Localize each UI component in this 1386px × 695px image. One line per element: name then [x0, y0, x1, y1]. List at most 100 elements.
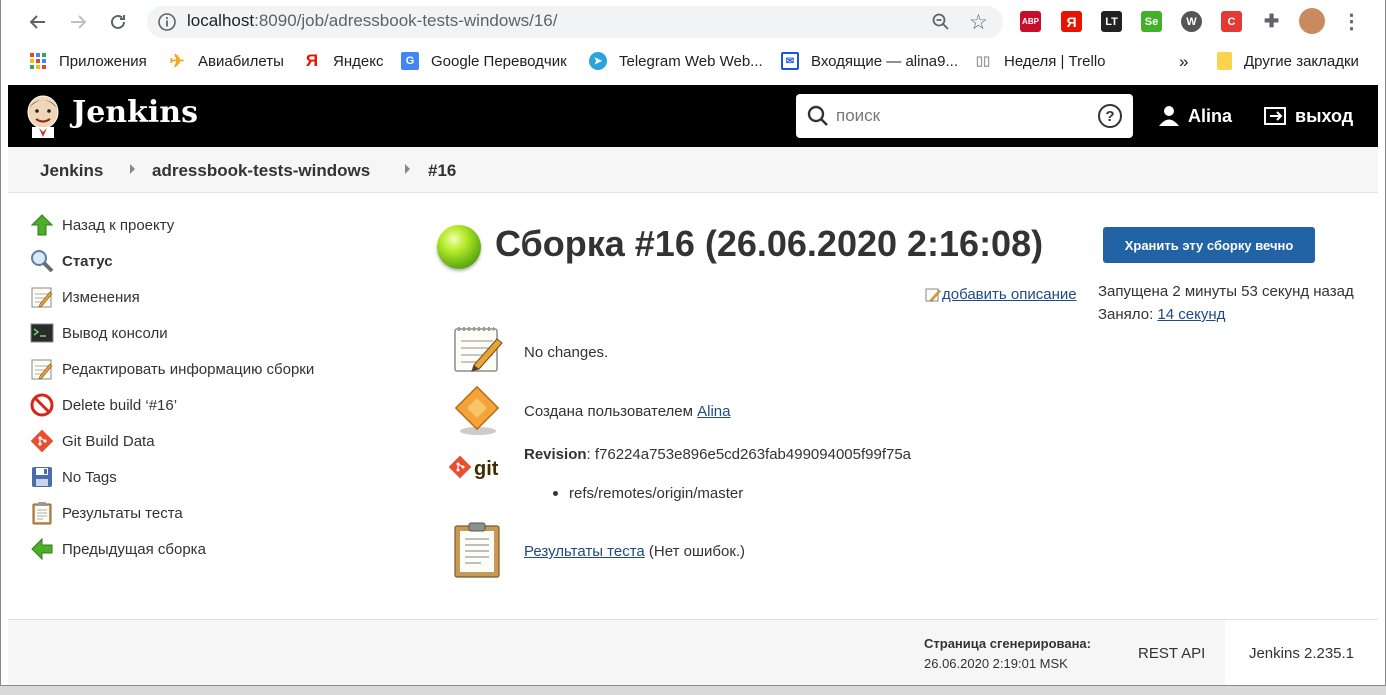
build-status-ball-icon: [437, 225, 481, 269]
sidebar-item-edit-build-info[interactable]: Редактировать информацию сборки: [30, 357, 314, 381]
breadcrumb-job[interactable]: adressbook-tests-windows: [152, 161, 370, 181]
telegram-icon: ➤: [589, 52, 607, 70]
rest-api-link[interactable]: REST API: [1138, 645, 1205, 662]
jenkins-logo-icon[interactable]: [24, 94, 62, 138]
no-entry-icon: [30, 393, 54, 417]
breadcrumb-separator-icon[interactable]: [130, 164, 135, 174]
notepad-icon: [30, 285, 54, 309]
sidebar-item-back-to-project[interactable]: Назад к проекту: [30, 213, 174, 237]
url-path: :8090/job/adressbook-tests-windows/16/: [254, 11, 558, 30]
sidebar-item-git-build-data[interactable]: Git Build Data: [30, 429, 155, 453]
logout-label: выход: [1295, 105, 1354, 126]
bookmark-mail[interactable]: ✉ Входящие — alina9...: [781, 52, 958, 70]
menu-dots-icon[interactable]: ⋮: [1341, 11, 1362, 33]
window-border-right: [1378, 81, 1386, 685]
search-icon: [807, 105, 829, 132]
breadcrumb-build[interactable]: #16: [428, 161, 456, 181]
sidebar-item-delete-build[interactable]: Delete build ‘#16’: [30, 393, 177, 417]
search-input[interactable]: [836, 102, 1086, 130]
bookmark-telegram[interactable]: ➤ Telegram Web Web...: [589, 52, 763, 70]
user-link[interactable]: Alina: [1158, 105, 1232, 127]
adblock-plus-icon[interactable]: ABP: [1020, 11, 1041, 32]
more-bookmarks-button[interactable]: »: [1179, 52, 1188, 72]
bookmark-label: Яндекс: [333, 52, 384, 70]
sidebar-item-label: Статус: [62, 252, 113, 270]
jenkins-title[interactable]: Jenkins: [72, 95, 198, 130]
page-generated-label: Страница сгенерирована:: [924, 636, 1091, 651]
sidebar-item-label: Git Build Data: [62, 432, 155, 450]
revision-value: : f76224a753e896e5cd263fab499094005f99f7…: [586, 446, 912, 463]
apps-grid-icon: [29, 52, 47, 70]
took-label: Заняло:: [1098, 306, 1158, 323]
test-results-note: (Нет ошибок.): [644, 543, 746, 560]
sidebar-item-label: Назад к проекту: [62, 216, 175, 234]
changes-notepad-icon: [452, 323, 504, 380]
list-item: refs/remotes/origin/master: [553, 485, 743, 502]
bookmark-trello[interactable]: ▯▯ Неделя | Trello: [974, 52, 1106, 70]
test-results-link[interactable]: Результаты теста: [524, 543, 645, 560]
bookmark-yandex[interactable]: Я Яндекс: [303, 51, 384, 70]
info-icon[interactable]: [157, 12, 177, 32]
bookmark-google-translate[interactable]: G Google Переводчик: [401, 52, 567, 70]
bookmark-label: Google Переводчик: [431, 52, 567, 70]
back-arrow-icon[interactable]: [25, 9, 51, 35]
logout-link[interactable]: выход: [1263, 105, 1353, 127]
test-results-clipboard-icon: [452, 521, 504, 584]
clipboard-icon: [30, 501, 54, 525]
bookmark-star-icon[interactable]: ☆: [969, 10, 988, 35]
bookmark-label: Авиабилеты: [198, 52, 284, 70]
url-text[interactable]: localhost:8090/job/adressbook-tests-wind…: [187, 11, 557, 31]
reload-icon[interactable]: [105, 9, 131, 35]
breadcrumb-separator-icon[interactable]: [405, 164, 410, 174]
extension-label: C: [1227, 15, 1236, 28]
search-box: ?: [796, 94, 1133, 138]
sidebar-item-label: Редактировать информацию сборки: [62, 360, 315, 378]
profile-avatar[interactable]: [1299, 8, 1325, 34]
url-host: localhost: [187, 11, 255, 30]
other-bookmarks[interactable]: Другие закладки: [1217, 52, 1359, 70]
zoom-icon[interactable]: [931, 12, 951, 37]
sidebar-item-no-tags[interactable]: No Tags: [30, 465, 117, 489]
sidebar-item-console-output[interactable]: Вывод консоли: [30, 321, 168, 345]
browser-toolbar: localhost:8090/job/adressbook-tests-wind…: [0, 0, 1386, 44]
breadcrumb-jenkins[interactable]: Jenkins: [40, 161, 103, 181]
jenkins-header: Jenkins ? Alina выход: [8, 85, 1378, 147]
yandex-icon[interactable]: Я: [1061, 11, 1082, 32]
test-results-text: Результаты теста (Нет ошибок.): [524, 543, 745, 560]
trello-icon: ▯▯: [975, 53, 991, 68]
red-extension-icon[interactable]: C: [1221, 11, 1242, 32]
save-icon: [30, 465, 54, 489]
bookmarks-bar: Приложения ✈ Авиабилеты Я Яндекс G Googl…: [0, 44, 1386, 81]
duration-link[interactable]: 14 секунд: [1157, 306, 1225, 323]
arrow-left-icon: [30, 537, 54, 561]
selenium-icon[interactable]: Se: [1141, 11, 1162, 32]
sidebar-item-previous-build[interactable]: Предыдущая сборка: [30, 537, 206, 561]
git-logo-icon: git: [448, 452, 507, 489]
sidebar-item-changes[interactable]: Изменения: [30, 285, 140, 309]
footer: Страница сгенерирована: 26.06.2020 2:19:…: [8, 619, 1378, 686]
extension-label: ABP: [1022, 17, 1039, 26]
sidebar-item-status[interactable]: Статус: [30, 249, 113, 273]
bookmark-apps[interactable]: Приложения: [29, 52, 147, 70]
sidebar-item-label: Изменения: [62, 288, 140, 306]
add-description-label: добавить описание: [942, 286, 1077, 303]
help-icon[interactable]: ?: [1098, 104, 1122, 128]
created-by-user-link[interactable]: Alina: [697, 403, 730, 420]
extension-label: Я: [1066, 13, 1077, 30]
airplane-icon: ✈: [169, 50, 185, 71]
puzzle-extensions-icon[interactable]: ✚: [1261, 11, 1282, 32]
created-by-label: Создана пользователем: [524, 403, 698, 420]
bookmark-aviabilety[interactable]: ✈ Авиабилеты: [168, 50, 284, 71]
w-extension-icon[interactable]: W: [1181, 11, 1202, 32]
build-duration: Заняло: 14 секунд: [1098, 306, 1225, 323]
languagetool-icon[interactable]: LT: [1101, 11, 1122, 32]
keep-build-forever-button[interactable]: Хранить эту сборку вечно: [1103, 227, 1315, 263]
created-by-text: Создана пользователем Alina: [524, 403, 731, 420]
yandex-icon: Я: [305, 51, 319, 70]
forward-arrow-icon[interactable]: [65, 9, 91, 35]
sidebar-item-test-results[interactable]: Результаты теста: [30, 501, 183, 525]
address-bar[interactable]: localhost:8090/job/adressbook-tests-wind…: [147, 6, 1003, 38]
jenkins-version-link[interactable]: Jenkins 2.235.1: [1225, 620, 1378, 686]
add-description-link[interactable]: добавить описание: [925, 286, 1077, 303]
page-title: Сборка #16 (26.06.2020 2:16:08): [495, 223, 1044, 264]
